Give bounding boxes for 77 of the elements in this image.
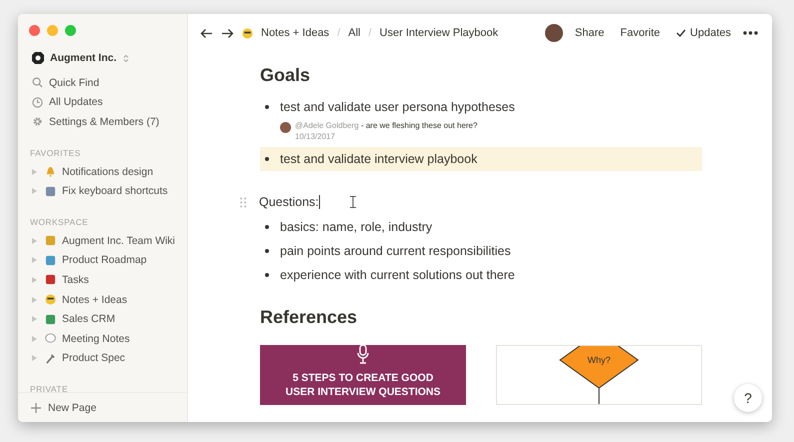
sidebar-action[interactable]: Settings & Members (7) (24, 112, 181, 132)
expand-triangle-icon[interactable] (32, 316, 37, 322)
avatar-icon (544, 24, 563, 42)
bullet-icon (265, 273, 269, 277)
toolbar-button[interactable]: Updates (672, 27, 735, 39)
search-icon (32, 77, 43, 88)
breadcrumb-separator: / (337, 27, 340, 39)
avatar-icon (280, 122, 291, 133)
bullet-icon (265, 249, 269, 253)
settings-icon (32, 116, 43, 128)
back-arrow-icon[interactable] (200, 28, 213, 38)
sidebar-page-item[interactable]: Product Roadmap (24, 250, 181, 270)
expand-triangle-icon[interactable] (32, 336, 37, 342)
bullet-text: basics: name, role, industry (280, 220, 432, 234)
heading: Goals (260, 65, 312, 87)
text-cursor-icon (350, 196, 356, 208)
updown-chevron-icon (122, 54, 129, 62)
breadcrumb-link[interactable]: User Interview Playbook (380, 27, 498, 39)
heading: References (260, 307, 358, 329)
sidebar-page-item[interactable]: Sales CRM (24, 309, 181, 329)
workspace-logo-icon (32, 52, 44, 64)
new-page-button[interactable]: New Page (18, 392, 187, 422)
microphone-icon (357, 345, 369, 365)
face-icon (242, 28, 253, 38)
plus-icon (31, 402, 41, 412)
workspace-switcher[interactable]: Augment Inc. (24, 46, 181, 70)
sidebar-action[interactable]: All Updates (24, 92, 181, 112)
sidebar-page-item[interactable]: Tasks (24, 270, 181, 290)
drag-handle-icon[interactable] (240, 196, 247, 208)
sidebar-page-item[interactable]: Augment Inc. Team Wiki (24, 230, 181, 251)
bullet-icon (265, 105, 269, 109)
card-title-line: USER INTERVIEW QUESTIONS (286, 385, 440, 399)
bullet-text: pain points around current responsibilities (280, 244, 511, 258)
section-title: FAVORITES (29, 146, 82, 160)
sidebar-page-item[interactable]: Notes + Ideas (24, 290, 181, 310)
reference-card[interactable]: 5 STEPS TO CREATE GOOD USER INTERVIEW QUESTIONS (260, 345, 466, 405)
bullet-icon (265, 157, 269, 161)
minimize-button[interactable] (47, 25, 58, 36)
speech-bubble-icon (45, 333, 56, 344)
expand-triangle-icon[interactable] (32, 276, 37, 283)
sidebar-page-item[interactable]: Meeting Notes (24, 328, 181, 349)
expand-triangle-icon[interactable] (32, 355, 37, 362)
face-icon (45, 294, 56, 306)
more-icon[interactable] (743, 31, 758, 35)
card-title-line: 5 STEPS TO CREATE GOOD (292, 371, 434, 385)
close-button[interactable] (29, 25, 40, 36)
toolbar-button[interactable]: Share (570, 27, 608, 39)
bullet-text: test and validate interview playbook (280, 152, 478, 166)
comment-text: @Adele Goldberg - are we fleshing these out here? (295, 121, 478, 130)
section-title: PRIVATE (29, 383, 69, 392)
bullet-icon (265, 225, 269, 229)
breadcrumb-link[interactable]: Notes + Ideas (261, 27, 330, 39)
sidebar-page-item[interactable]: Product Spec (24, 348, 181, 368)
comment-date: 10/13/2017 (295, 132, 336, 141)
bullet-text: experience with current solutions out there (280, 268, 515, 282)
toolbar-button[interactable]: Favorite (616, 27, 664, 39)
block-label: Questions: (259, 195, 319, 209)
section-title: WORKSPACE (29, 216, 90, 229)
expand-triangle-icon[interactable] (32, 168, 37, 175)
breadcrumb-separator: / (368, 27, 372, 39)
sidebar-action[interactable]: Quick Find (24, 73, 181, 93)
bullet-text: test and validate user persona hypotheses (280, 100, 515, 114)
expand-triangle-icon[interactable] (32, 238, 37, 244)
help-button[interactable]: ? (734, 384, 762, 412)
reference-card[interactable]: Why? (496, 345, 702, 405)
sidebar-page-item[interactable]: Notifications design (24, 162, 181, 182)
clock-icon (32, 96, 43, 108)
expand-triangle-icon[interactable] (32, 188, 37, 194)
bell-icon (45, 166, 56, 178)
forward-arrow-icon[interactable] (221, 28, 234, 38)
check-icon (676, 29, 686, 37)
text-caret (318, 195, 320, 209)
breadcrumb-link[interactable]: All (348, 27, 360, 39)
expand-triangle-icon[interactable] (32, 257, 37, 264)
sidebar-page-item[interactable]: Fix keyboard shortcuts (24, 181, 181, 201)
zoom-button[interactable] (65, 25, 76, 36)
expand-triangle-icon[interactable] (32, 296, 37, 303)
